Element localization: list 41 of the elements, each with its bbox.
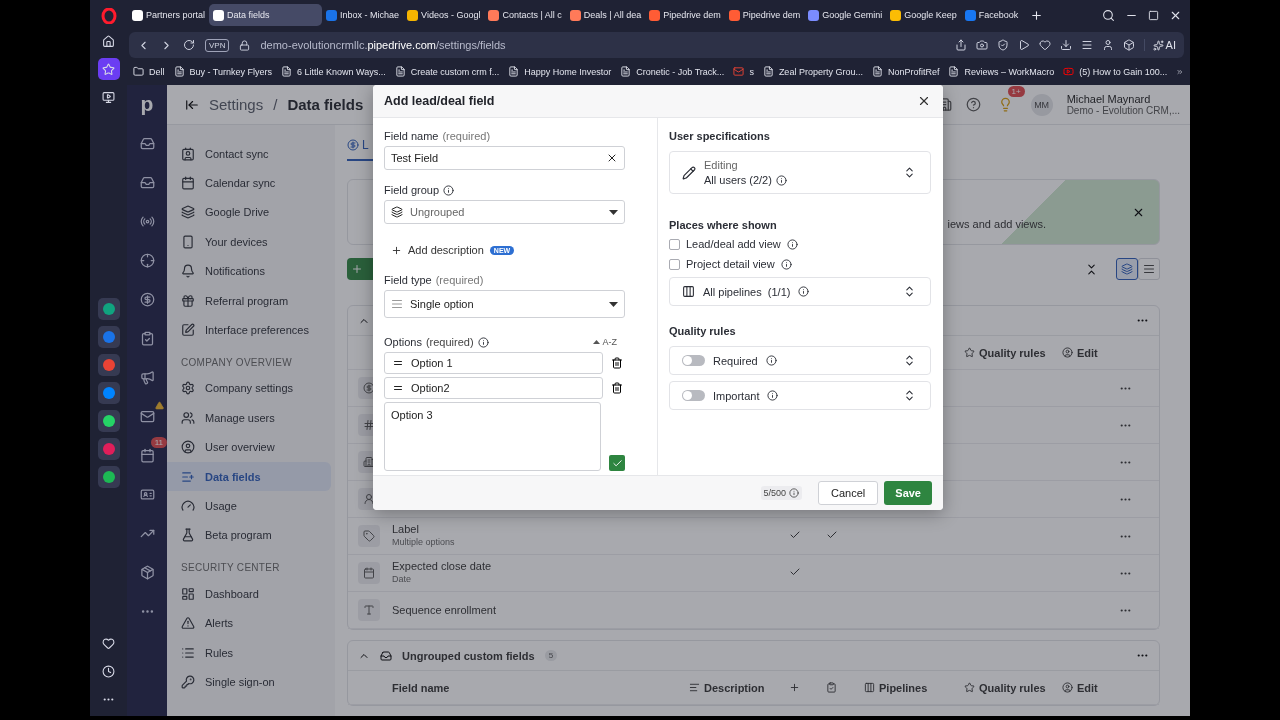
count-badge: 1+ (1007, 85, 1025, 97)
count-badge: 11 (150, 437, 167, 448)
column-header: Quality rules (979, 346, 1046, 359)
page-title: Data fields (287, 96, 364, 113)
checkbox-label: Project detail view (686, 258, 775, 270)
section-title: Places where shown (669, 219, 778, 231)
selector-value: All users (2/2) (704, 172, 772, 188)
section-title: Ungrouped custom fields (402, 649, 535, 662)
user-name: Michael Maynard (1066, 92, 1152, 105)
section-title: Quality rules (669, 325, 737, 337)
banner-text: iews and add views. (947, 218, 1046, 230)
field-label: Options (384, 336, 422, 348)
field-name: Expected close date (392, 560, 493, 573)
toggle-label: Important (713, 389, 760, 402)
column-header: Pipelines (879, 681, 928, 694)
dialog-title: Add lead/deal field (384, 94, 495, 108)
menu-heading: COMPANY OVERVIEW (180, 355, 293, 370)
checkbox-label: Lead/deal add view (686, 238, 781, 250)
count-badge: 5 (544, 650, 558, 661)
section-title: User specifications (669, 130, 771, 142)
company-name: Demo - Evolution CRM,... (1066, 104, 1180, 117)
column-header: Edit (1077, 681, 1098, 694)
field-name: Sequence enrollment (392, 603, 497, 617)
field-label: Field name (384, 130, 439, 142)
column-header: Field name (392, 681, 450, 694)
required-hint: (required) (425, 336, 474, 348)
column-header: Edit (1077, 346, 1098, 359)
column-header: Description (704, 681, 765, 694)
breadcrumb-separator: / (273, 96, 278, 113)
toggle-label: Required (713, 354, 758, 367)
field-label: Field group (384, 184, 440, 196)
field-label: Field type (384, 274, 432, 286)
field-type: Multiple options (392, 536, 456, 549)
menu-heading: SECURITY CENTER (180, 561, 281, 576)
required-hint: (required) (442, 130, 491, 142)
field-name: Label (392, 523, 420, 536)
mode-label: Editing (704, 157, 739, 173)
counter-text: 5/500 (763, 488, 787, 498)
column-header: Quality rules (979, 681, 1046, 694)
field-type: Date (392, 573, 412, 586)
required-hint: (required) (435, 274, 484, 286)
